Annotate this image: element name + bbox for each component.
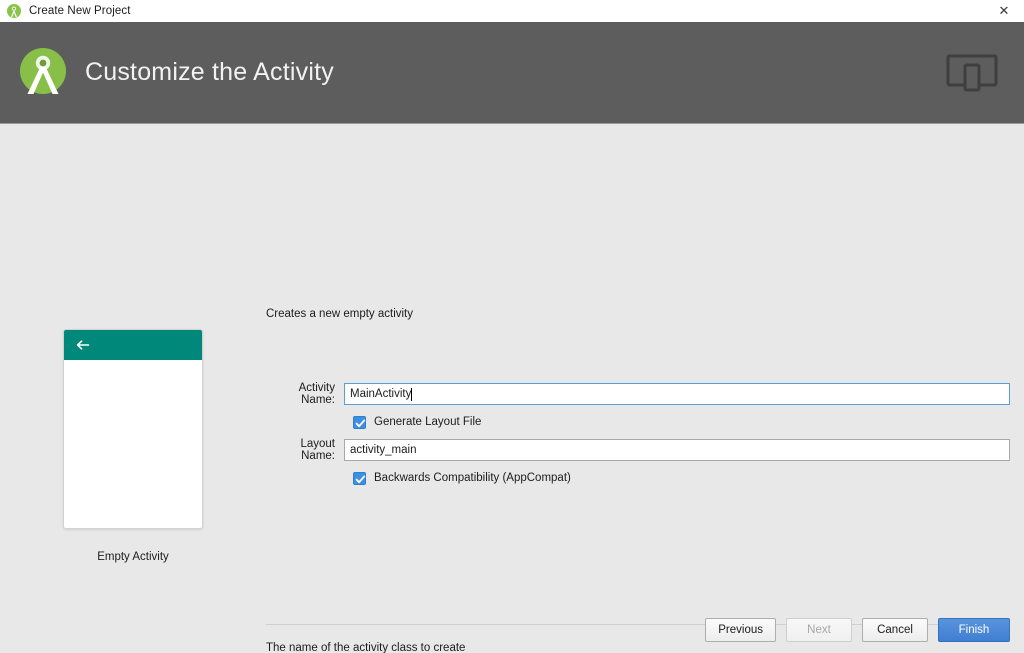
- next-button: Next: [786, 618, 852, 642]
- dialog-footer: Previous Next Cancel Finish: [705, 618, 1010, 642]
- field-help-text: The name of the activity class to create: [266, 642, 466, 653]
- arrow-left-icon: [74, 336, 92, 354]
- layout-name-value: activity_main: [350, 444, 417, 456]
- backwards-compatibility-label: Backwards Compatibility (AppCompat): [374, 472, 571, 484]
- window-title: Create New Project: [29, 5, 131, 17]
- create-new-project-dialog: Create New Project ✕ Customize the Activ…: [0, 0, 1024, 653]
- activity-name-row: Activity Name: MainActivity: [266, 382, 1010, 406]
- android-studio-logo: [14, 44, 72, 102]
- activity-template-preview[interactable]: Empty Activity: [63, 329, 203, 563]
- preview-template-label: Empty Activity: [97, 551, 169, 563]
- template-description: Creates a new empty activity: [266, 308, 414, 320]
- dialog-content: Empty Activity Creates a new empty activ…: [0, 124, 1024, 653]
- window-titlebar: Create New Project ✕: [0, 0, 1024, 22]
- finish-button[interactable]: Finish: [938, 618, 1010, 642]
- device-preview-icon: [946, 53, 998, 93]
- activity-name-input[interactable]: MainActivity: [344, 383, 1010, 405]
- backwards-compatibility-row[interactable]: Backwards Compatibility (AppCompat): [353, 469, 571, 487]
- preview-appbar: [64, 330, 202, 360]
- page-title: Customize the Activity: [85, 58, 334, 86]
- activity-name-label: Activity Name:: [298, 382, 335, 406]
- backwards-compatibility-checkbox[interactable]: [353, 471, 366, 485]
- close-icon[interactable]: ✕: [984, 0, 1024, 22]
- generate-layout-file-row[interactable]: Generate Layout File: [353, 413, 481, 431]
- previous-button[interactable]: Previous: [705, 618, 776, 642]
- android-studio-icon: [6, 3, 22, 19]
- generate-layout-file-label: Generate Layout File: [374, 416, 482, 428]
- cancel-button[interactable]: Cancel: [862, 618, 928, 642]
- text-caret: [411, 387, 413, 401]
- generate-layout-file-checkbox[interactable]: [353, 415, 366, 429]
- preview-card[interactable]: [63, 329, 203, 529]
- layout-name-label: Layout Name:: [300, 438, 335, 462]
- preview-body: [64, 360, 202, 528]
- activity-name-value: MainActivity: [350, 388, 412, 400]
- layout-name-row: Layout Name: activity_main: [266, 438, 1010, 462]
- layout-name-input[interactable]: activity_main: [344, 439, 1010, 461]
- dialog-banner: Customize the Activity: [0, 22, 1024, 124]
